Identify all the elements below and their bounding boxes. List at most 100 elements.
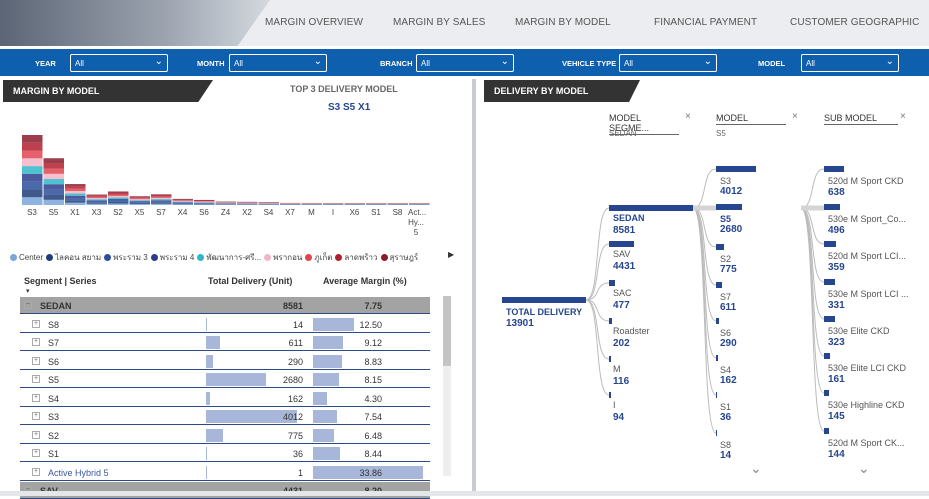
- ribbon-segment[interactable]: [87, 203, 108, 204]
- ribbon-segment[interactable]: [151, 201, 172, 202]
- ribbon-segment[interactable]: [194, 202, 215, 203]
- legend-item[interactable]: สุราษฎร์: [381, 253, 419, 262]
- expand-icon[interactable]: +: [32, 468, 40, 476]
- tree-column-header[interactable]: SUB MODEL: [824, 113, 898, 125]
- segment-label[interactable]: Roadster: [613, 326, 650, 336]
- segment-bar[interactable]: [609, 241, 634, 247]
- ribbon-segment[interactable]: [151, 196, 172, 197]
- legend-next-icon[interactable]: ▶: [448, 250, 454, 259]
- ribbon-segment[interactable]: [151, 199, 172, 200]
- ribbon-segment[interactable]: [87, 197, 108, 198]
- model-label[interactable]: S7: [720, 292, 731, 302]
- sub-model-bar[interactable]: [824, 204, 840, 210]
- expand-icon[interactable]: +: [32, 338, 40, 346]
- close-icon[interactable]: ×: [900, 111, 906, 122]
- legend-item[interactable]: ลาดพร้าว: [335, 253, 377, 262]
- table-row[interactable]: +S41624.30: [20, 390, 430, 407]
- segment-bar[interactable]: [609, 205, 693, 211]
- ribbon-segment[interactable]: [194, 202, 215, 203]
- ribbon-segment[interactable]: [108, 193, 129, 195]
- model-label[interactable]: S2: [720, 254, 731, 264]
- model-label[interactable]: S1: [720, 402, 731, 412]
- ribbon-segment[interactable]: [22, 151, 43, 159]
- ribbon-segment[interactable]: [151, 203, 172, 204]
- model-label[interactable]: S5: [720, 214, 731, 224]
- ribbon-segment[interactable]: [44, 179, 65, 184]
- ribbon-segment[interactable]: [108, 197, 129, 199]
- model-bar[interactable]: [716, 166, 756, 172]
- close-icon[interactable]: ×: [685, 111, 691, 122]
- ribbon-segment[interactable]: [173, 202, 194, 203]
- segment-label[interactable]: M: [613, 364, 621, 374]
- ribbon-segment[interactable]: [44, 189, 65, 194]
- ribbon-segment[interactable]: [22, 135, 43, 143]
- expand-icon[interactable]: +: [32, 449, 40, 457]
- ribbon-segment[interactable]: [194, 201, 215, 202]
- ribbon-segment[interactable]: [151, 197, 172, 198]
- ribbon-segment[interactable]: [65, 193, 86, 195]
- model-bar[interactable]: [716, 392, 717, 398]
- ribbon-segment[interactable]: [173, 203, 194, 204]
- ribbon-segment[interactable]: [173, 204, 194, 205]
- model-bar[interactable]: [716, 244, 724, 250]
- sub-model-bar[interactable]: [824, 241, 836, 247]
- ribbon-segment[interactable]: [44, 184, 65, 189]
- ribbon-segment[interactable]: [194, 201, 215, 202]
- sub-model-bar[interactable]: [824, 316, 835, 322]
- ribbon-segment[interactable]: [108, 194, 129, 196]
- ribbon-segment[interactable]: [65, 189, 86, 191]
- sub-model-bar[interactable]: [824, 279, 835, 285]
- legend-item[interactable]: พัฒนาการ-ศรี...: [197, 253, 261, 262]
- ribbon-segment[interactable]: [65, 203, 86, 205]
- table-row[interactable]: +S62908.83: [20, 353, 430, 370]
- nav-customer-geographic[interactable]: CUSTOMER GEOGRAPHIC: [790, 17, 920, 28]
- table-scrollbar[interactable]: [443, 296, 451, 476]
- ribbon-segment[interactable]: [65, 191, 86, 193]
- close-icon[interactable]: ×: [792, 111, 798, 122]
- col-header-margin[interactable]: Average Margin (%): [323, 276, 407, 286]
- ribbon-segment[interactable]: [108, 191, 129, 193]
- ribbon-segment[interactable]: [173, 204, 194, 205]
- ribbon-segment[interactable]: [44, 200, 65, 205]
- ribbon-segment[interactable]: [108, 202, 129, 204]
- segment-bar[interactable]: [609, 318, 612, 324]
- ribbon-segment[interactable]: [22, 143, 43, 151]
- ribbon-segment[interactable]: [130, 197, 151, 198]
- ribbon-segment[interactable]: [108, 196, 129, 198]
- expand-icon[interactable]: +: [32, 394, 40, 402]
- ribbon-segment[interactable]: [87, 202, 108, 203]
- expand-icon[interactable]: +: [32, 431, 40, 439]
- ribbon-segment[interactable]: [173, 202, 194, 203]
- sub-model-bar[interactable]: [824, 353, 830, 359]
- delivery-ribbon-chart[interactable]: [20, 125, 440, 215]
- ribbon-segment[interactable]: [87, 200, 108, 201]
- model-bar[interactable]: [716, 282, 722, 288]
- ribbon-segment[interactable]: [173, 200, 194, 201]
- table-row[interactable]: +S340127.54: [20, 408, 430, 425]
- model-bar[interactable]: [716, 355, 718, 361]
- sub-model-label[interactable]: 530e M Sport LCI ...: [828, 289, 909, 299]
- ribbon-segment[interactable]: [22, 166, 43, 174]
- expand-icon[interactable]: +: [32, 320, 40, 328]
- vehicle-type-select[interactable]: All⌄: [619, 54, 717, 72]
- ribbon-segment[interactable]: [87, 204, 108, 205]
- segment-label[interactable]: SAV: [613, 249, 630, 259]
- ribbon-segment[interactable]: [44, 169, 65, 174]
- ribbon-segment[interactable]: [44, 195, 65, 200]
- ribbon-segment[interactable]: [130, 200, 151, 201]
- ribbon-segment[interactable]: [194, 203, 215, 204]
- model-bar[interactable]: [716, 204, 742, 210]
- sub-model-label[interactable]: 520d M Sport CK...: [828, 438, 905, 448]
- ribbon-segment[interactable]: [22, 158, 43, 166]
- collapse-icon[interactable]: −: [24, 301, 32, 309]
- sub-model-label[interactable]: 520d M Sport LCI...: [828, 251, 906, 261]
- ribbon-segment[interactable]: [151, 204, 172, 205]
- segment-bar[interactable]: [609, 356, 611, 362]
- year-select[interactable]: All⌄: [70, 54, 168, 72]
- table-row[interactable]: +S526808.15: [20, 371, 430, 388]
- tree-column-header[interactable]: MODEL: [716, 113, 786, 125]
- ribbon-segment[interactable]: [108, 203, 129, 205]
- ribbon-segment[interactable]: [65, 186, 86, 188]
- ribbon-segment[interactable]: [151, 200, 172, 201]
- ribbon-segment[interactable]: [130, 204, 151, 205]
